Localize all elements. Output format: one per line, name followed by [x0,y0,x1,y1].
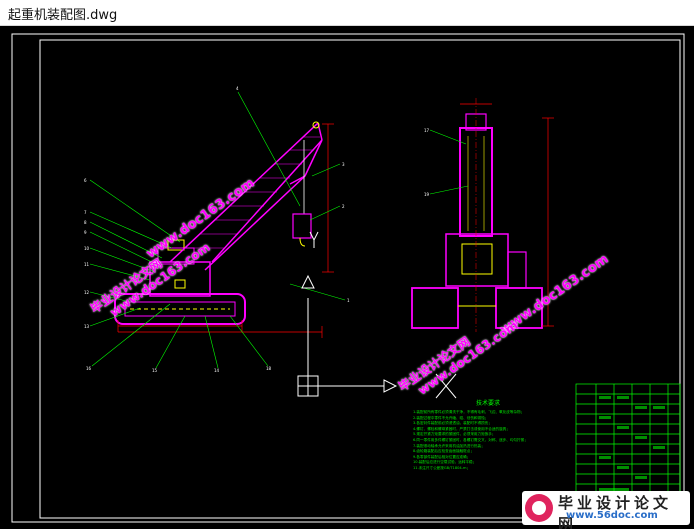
svg-text:12: 12 [84,290,90,295]
svg-text:3: 3 [342,162,345,167]
logo-url: www.56doc.com [566,510,658,521]
svg-text:4: 4 [236,86,239,91]
site-logo: 毕业设计论文网 www.56doc.com [522,491,690,529]
logo-icon [525,494,553,522]
crane-side-view: 6 7 8 9 10 11 12 13 16 15 14 18 4 3 2 1 [84,86,350,373]
svg-text:16: 16 [86,366,92,371]
hook-block [292,213,312,239]
crane-front-view: 1719 [411,98,554,332]
svg-text:14: 14 [214,368,220,373]
svg-text:18: 18 [266,366,272,371]
technical-notes: 技术要求 1.装配前所有零件必须清洗干净，不得有毛刺、飞边、氧化皮等杂物； 2.… [413,398,563,472]
notes-line: 11.未注尺寸公差按GB/T1804-m； [413,465,471,470]
notes-heading: 技术要求 [475,400,500,407]
boom-lattice [185,136,320,249]
svg-text:9: 9 [84,230,87,235]
cad-drawing-canvas[interactable]: 6 7 8 9 10 11 12 13 16 15 14 18 4 3 2 1 17 1… [0,26,694,529]
front-track-left [411,287,459,329]
front-body [445,233,509,287]
window-titlebar: 起重机装配图.dwg [0,0,694,26]
svg-text:17: 17 [424,128,430,133]
svg-text:11: 11 [84,262,90,267]
svg-text:2: 2 [342,204,345,209]
svg-text:10: 10 [84,246,90,251]
svg-text:15: 15 [152,368,158,373]
window-title: 起重机装配图.dwg [8,8,118,23]
svg-text:13: 13 [84,324,90,329]
svg-text:7: 7 [84,210,87,215]
title-block [575,383,681,501]
svg-text:6: 6 [84,178,87,183]
svg-text:8: 8 [84,220,87,225]
side-dimensions [117,123,334,338]
svg-text:19: 19 [424,192,430,197]
svg-text:1: 1 [347,298,350,303]
